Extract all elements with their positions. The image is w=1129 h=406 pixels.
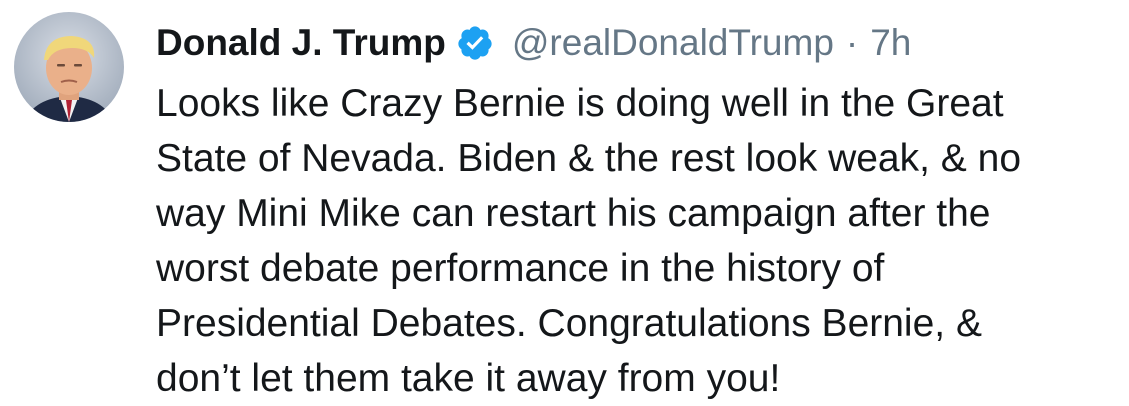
avatar[interactable] <box>14 12 124 122</box>
tweet-text-line: worst debate performance in the history … <box>156 247 885 290</box>
tweet-timestamp[interactable]: 7h <box>870 22 911 64</box>
tweet-text-line: Looks like Crazy Bernie is doing well in… <box>156 82 1004 125</box>
tweet-text-line: Presidential Debates. Congratulations Be… <box>156 302 982 345</box>
tweet-header: Donald J. Trump @realDonaldTrump · 7h <box>156 16 911 70</box>
avatar-image <box>14 12 124 122</box>
tweet: Donald J. Trump @realDonaldTrump · 7h Lo… <box>0 0 1129 404</box>
tweet-text-line: way Mini Mike can restart his campaign a… <box>156 192 991 235</box>
tweet-text-line: don’t let them take it away from you! <box>156 357 781 400</box>
author-display-name[interactable]: Donald J. Trump <box>156 22 446 64</box>
author-handle[interactable]: @realDonaldTrump <box>512 22 834 64</box>
verified-badge-icon <box>456 24 494 62</box>
separator-dot: · <box>845 22 859 63</box>
tweet-text: Looks like Crazy Bernie is doing well in… <box>156 76 1121 406</box>
tweet-text-line: State of Nevada. Biden & the rest look w… <box>156 137 1022 180</box>
